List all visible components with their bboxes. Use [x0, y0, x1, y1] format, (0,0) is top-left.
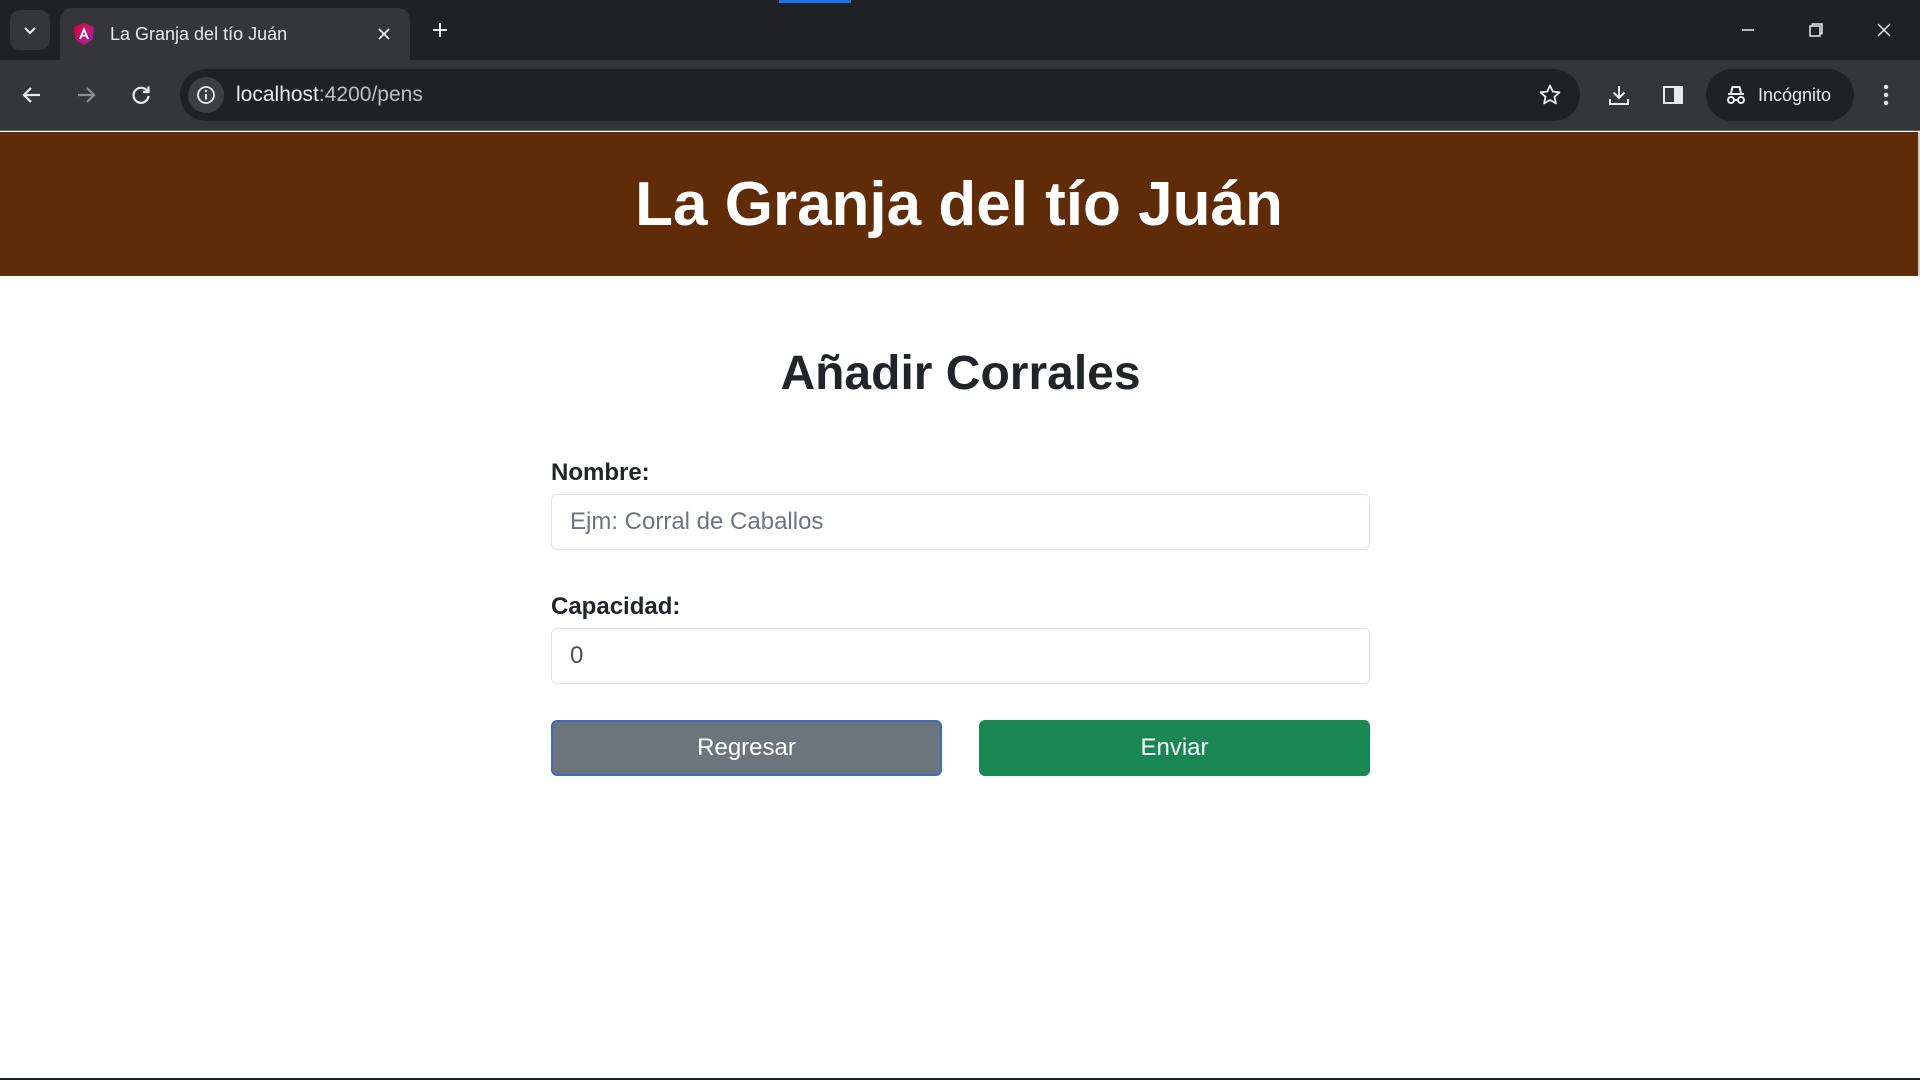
add-pen-form: Añadir Corrales Nombre: Capacidad: Regre… — [551, 344, 1370, 776]
browser-tabstrip: La Granja del tío Juán — [0, 0, 1920, 60]
restore-icon — [1809, 23, 1823, 37]
site-header: La Granja del tío Juán — [0, 132, 1918, 276]
minimize-icon — [1742, 29, 1754, 31]
reload-button[interactable] — [121, 75, 161, 115]
arrow-left-icon — [22, 87, 40, 103]
new-tab-button[interactable] — [422, 12, 458, 48]
downloads-button[interactable] — [1599, 75, 1639, 115]
name-label: Nombre: — [551, 459, 650, 486]
plus-icon — [433, 23, 447, 37]
name-input[interactable] — [551, 494, 1370, 550]
forward-button[interactable] — [66, 75, 106, 115]
url-host: localhost — [236, 83, 319, 106]
page-content: La Granja del tío Juán Añadir Corrales N… — [0, 132, 1920, 1080]
close-window-button[interactable] — [1850, 0, 1918, 60]
site-title: La Granja del tío Juán — [635, 169, 1283, 239]
incognito-icon — [1727, 86, 1745, 104]
capacity-field-group: Capacidad: — [551, 592, 1370, 684]
back-button[interactable] — [12, 75, 52, 115]
tab-title: La Granja del tío Juán — [110, 23, 288, 44]
name-field-group: Nombre: — [551, 458, 1370, 550]
capacity-input[interactable] — [551, 628, 1370, 684]
kebab-menu-icon — [1883, 84, 1889, 106]
url-path: :4200/pens — [318, 83, 423, 106]
tab-search-button[interactable] — [10, 10, 50, 50]
close-icon — [1877, 23, 1891, 37]
browser-tab-active[interactable]: La Granja del tío Juán — [60, 8, 410, 60]
form-actions: Regresar Enviar — [551, 720, 1370, 776]
browser-toolbar: localhost:4200/pens Incógnito — [0, 60, 1920, 131]
incognito-label: Incógnito — [1758, 84, 1832, 105]
bookmark-button[interactable] — [1534, 79, 1566, 111]
tab-close-button[interactable] — [370, 20, 398, 48]
star-icon — [1539, 84, 1561, 105]
chevron-down-icon — [24, 27, 36, 35]
capacity-label: Capacidad: — [551, 593, 681, 620]
site-info-button[interactable] — [188, 77, 224, 113]
loading-indicator — [779, 0, 851, 3]
angular-icon — [74, 23, 94, 45]
side-panel-button[interactable] — [1653, 75, 1693, 115]
minimize-button[interactable] — [1714, 0, 1782, 60]
arrow-right-icon — [78, 87, 96, 103]
incognito-indicator[interactable]: Incógnito — [1706, 69, 1854, 121]
browser-menu-button[interactable] — [1866, 75, 1906, 115]
info-icon — [197, 86, 215, 104]
url-text[interactable]: localhost:4200/pens — [236, 69, 423, 121]
side-panel-icon — [1663, 86, 1683, 104]
download-icon — [1609, 86, 1629, 105]
close-icon — [378, 28, 390, 40]
restore-button[interactable] — [1782, 0, 1850, 60]
form-title: Añadir Corrales — [780, 347, 1141, 400]
submit-button[interactable]: Enviar — [979, 720, 1370, 776]
reload-icon — [132, 86, 150, 104]
address-bar[interactable]: localhost:4200/pens — [180, 69, 1580, 121]
back-button[interactable]: Regresar — [551, 720, 942, 776]
